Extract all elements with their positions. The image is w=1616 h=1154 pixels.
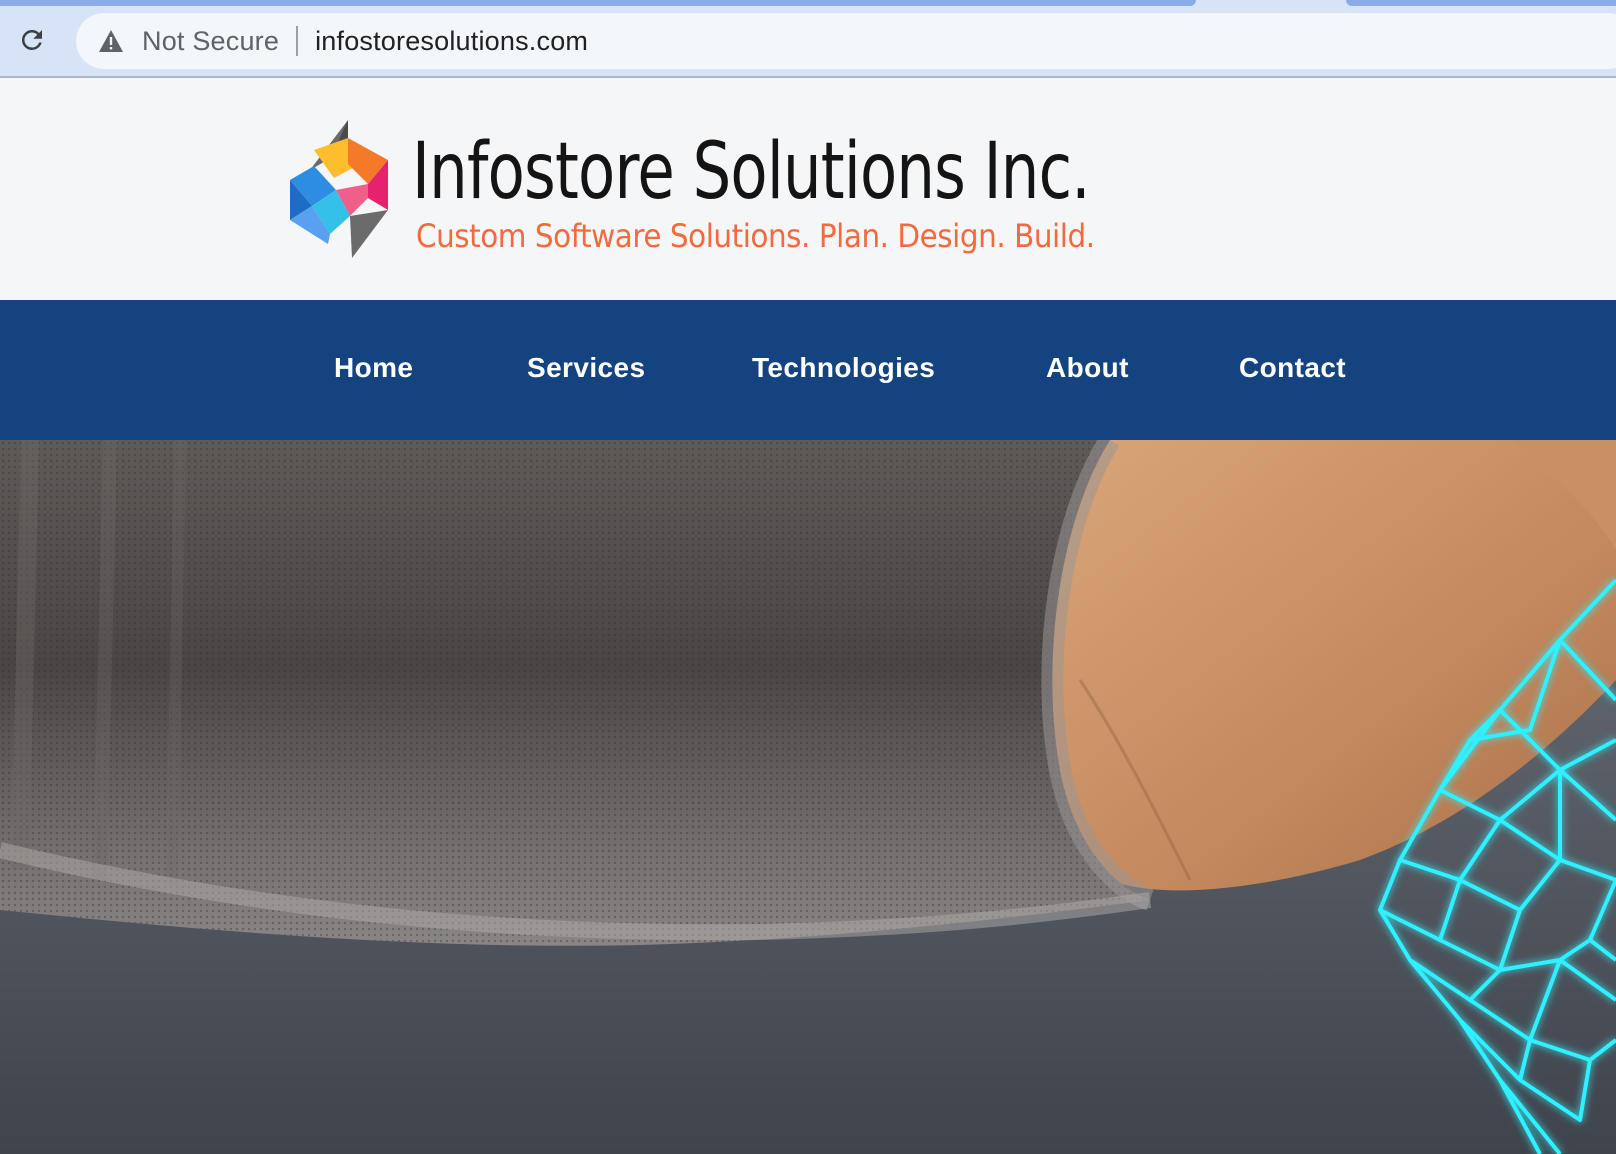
url-text[interactable]: infostoresolutions.com <box>315 26 588 57</box>
reload-icon <box>21 29 42 50</box>
nav-item-about[interactable]: About <box>1046 352 1129 384</box>
warning-icon[interactable] <box>98 28 124 54</box>
brand-tagline: Custom Software Solutions. Plan. Design.… <box>416 217 1095 255</box>
reload-button[interactable] <box>14 22 50 58</box>
hero-illustration <box>0 440 1616 1154</box>
address-bar[interactable]: Not Secure infostoresolutions.com <box>76 13 1616 69</box>
browser-toolbar: Not Secure infostoresolutions.com <box>0 0 1616 78</box>
main-nav: Home Services Technologies About Contact <box>0 300 1616 440</box>
hero-banner <box>0 440 1616 1154</box>
address-bar-divider <box>296 26 299 56</box>
nav-item-contact[interactable]: Contact <box>1239 352 1346 384</box>
site-header: Infostore Solutions Inc. Custom Software… <box>0 78 1616 300</box>
security-status-label[interactable]: Not Secure <box>142 26 279 57</box>
cube-logo-icon[interactable] <box>290 120 396 258</box>
nav-item-home[interactable]: Home <box>334 352 413 384</box>
nav-item-services[interactable]: Services <box>527 352 645 384</box>
nav-item-technologies[interactable]: Technologies <box>752 352 935 384</box>
brand-name[interactable]: Infostore Solutions Inc. <box>412 133 1091 211</box>
inactive-tab-edge[interactable] <box>1346 0 1616 6</box>
sweater-sleeve-illustration <box>0 440 1154 946</box>
active-tab-edge[interactable] <box>0 0 1196 6</box>
